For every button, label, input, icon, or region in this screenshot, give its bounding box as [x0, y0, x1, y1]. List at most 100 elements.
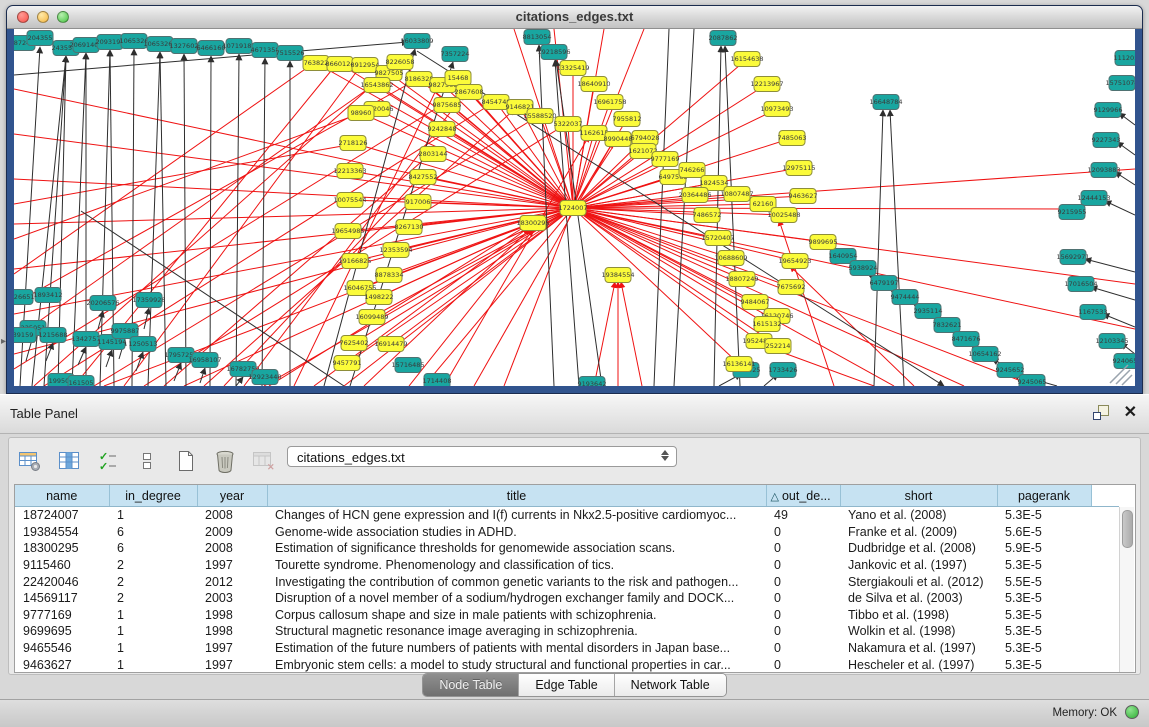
graph-node[interactable]: 10688609: [714, 251, 747, 266]
graph-node[interactable]: 9899695: [809, 235, 838, 250]
float-panel-icon[interactable]: [1092, 404, 1110, 422]
graph-node[interactable]: 252214: [765, 339, 791, 354]
select-columns-icon[interactable]: ✓ ✓: [95, 449, 121, 473]
graph-node[interactable]: 1342757: [72, 332, 101, 347]
graph-node[interactable]: 7675692: [777, 280, 806, 295]
graph-node[interactable]: 15751074: [1105, 76, 1135, 91]
graph-node[interactable]: 19384554: [601, 268, 634, 283]
graph-node[interactable]: 98960: [348, 106, 374, 121]
graph-node[interactable]: 8990448: [604, 132, 633, 147]
graph-node[interactable]: 6479197: [870, 276, 899, 291]
graph-node[interactable]: 8471676: [952, 332, 981, 347]
graph-node[interactable]: 16914479: [374, 337, 407, 352]
table-settings-icon[interactable]: [17, 449, 43, 473]
table-row[interactable]: 946362711997Embryonic stem cells: a mode…: [15, 656, 1119, 673]
graph-node[interactable]: 9242848: [428, 122, 457, 137]
graph-node[interactable]: 19218596: [537, 45, 570, 60]
graph-node[interactable]: 9777169: [651, 152, 680, 167]
graph-node[interactable]: 6466160: [197, 41, 226, 56]
graph-node[interactable]: 15720407: [701, 231, 734, 246]
graph-node[interactable]: 12213363: [333, 164, 366, 179]
table-row[interactable]: 2242004622012Investigating the contribut…: [15, 573, 1119, 590]
table-scrollbar-thumb[interactable]: [1122, 510, 1133, 548]
network-window-titlebar[interactable]: citations_edges.txt: [7, 6, 1142, 29]
graph-node[interactable]: 15588520: [523, 109, 556, 124]
graph-node[interactable]: 16961758: [593, 95, 626, 110]
graph-node[interactable]: 7486572: [693, 208, 722, 223]
graph-node[interactable]: 20364486: [678, 188, 711, 203]
graph-node[interactable]: 18807249: [725, 272, 758, 287]
graph-node[interactable]: 15692971: [1056, 250, 1089, 265]
graph-node[interactable]: 15468: [445, 71, 471, 86]
graph-node[interactable]: 16033809: [400, 34, 433, 49]
graph-node[interactable]: 9215955: [1058, 205, 1087, 220]
column-header-out-degree[interactable]: △out_de...: [766, 485, 840, 507]
graph-node[interactable]: 15716485: [391, 358, 424, 373]
table-selector-dropdown[interactable]: citations_edges.txt: [287, 446, 677, 467]
graph-node[interactable]: 7357224: [441, 47, 470, 62]
graph-node[interactable]: 16958107: [188, 353, 221, 368]
graph-node[interactable]: 20206576: [86, 296, 119, 311]
graph-node[interactable]: 1167533: [1079, 305, 1108, 320]
graph-node[interactable]: 8878334: [375, 268, 404, 283]
graph-node[interactable]: 1112054: [1114, 51, 1135, 66]
graph-node[interactable]: 9484067: [741, 295, 770, 310]
graph-node[interactable]: 9463627: [789, 189, 818, 204]
graph-node[interactable]: 7955812: [613, 112, 642, 127]
tab-network-table[interactable]: Network Table: [615, 674, 726, 696]
graph-node[interactable]: 1250513: [129, 337, 158, 352]
tab-edge-table[interactable]: Edge Table: [519, 674, 614, 696]
panel-collapse-arrow-icon[interactable]: ▸: [1, 336, 6, 347]
table-row[interactable]: 1872400712008Changes of HCN gene express…: [15, 507, 1119, 524]
graph-node[interactable]: 16099489: [355, 310, 388, 325]
graph-node[interactable]: 16136141: [722, 357, 755, 372]
delete-rows-trash-icon[interactable]: [212, 449, 238, 473]
graph-node[interactable]: 1215688: [39, 328, 68, 343]
graph-node[interactable]: 18300295: [516, 216, 549, 231]
graph-node[interactable]: 10025488: [767, 208, 800, 223]
column-header-short[interactable]: short: [840, 485, 997, 507]
graph-node[interactable]: 10973493: [760, 102, 793, 117]
graph-node[interactable]: 12353594: [379, 243, 412, 258]
graph-node[interactable]: 12923448: [248, 370, 281, 385]
graph-node[interactable]: 7485063: [778, 131, 807, 146]
table-row[interactable]: 1456911722003Disruption of a novel membe…: [15, 590, 1119, 607]
graph-node[interactable]: 1893412: [34, 288, 63, 303]
column-header-name[interactable]: name: [15, 485, 109, 507]
graph-node[interactable]: 5322037: [554, 117, 583, 132]
graph-node[interactable]: 9875685: [433, 98, 462, 113]
graph-node[interactable]: 39159: [14, 328, 36, 343]
graph-node[interactable]: 12213967: [750, 77, 783, 92]
graph-node[interactable]: 917006: [405, 195, 431, 210]
column-header-pagerank[interactable]: pagerank: [997, 485, 1091, 507]
graph-node[interactable]: 19654923: [778, 254, 811, 269]
graph-node[interactable]: 2718126: [339, 136, 368, 151]
memory-ok-indicator-icon[interactable]: [1125, 705, 1139, 719]
new-table-icon[interactable]: [173, 449, 199, 473]
graph-node[interactable]: 12093883: [1087, 163, 1120, 178]
close-panel-icon[interactable]: ✕: [1124, 404, 1137, 422]
graph-node[interactable]: 9193642: [578, 377, 607, 387]
graph-node[interactable]: 9240652: [1113, 354, 1135, 369]
graph-node[interactable]: 12103345: [1095, 334, 1128, 349]
graph-node[interactable]: 16154638: [730, 52, 763, 67]
graph-node[interactable]: 13325419: [556, 61, 589, 76]
graph-node[interactable]: 10807487: [720, 187, 753, 202]
graph-node[interactable]: 9457791: [333, 356, 362, 371]
graph-node[interactable]: 161505: [68, 376, 94, 387]
graph-node[interactable]: 8226058: [386, 55, 415, 70]
graph-node[interactable]: 2803144: [419, 147, 448, 162]
graph-node[interactable]: 9227343: [1092, 133, 1121, 148]
network-canvas[interactable]: 1872402043552435572206914062093197106532…: [14, 29, 1135, 386]
graph-node[interactable]: 7625402: [340, 336, 369, 351]
graph-node[interactable]: 204355: [27, 31, 53, 46]
graph-node[interactable]: 10654162: [968, 347, 1001, 362]
graph-node[interactable]: 1615132: [753, 317, 782, 332]
graph-node[interactable]: 8427552: [409, 170, 438, 185]
graph-node[interactable]: 2867608: [455, 85, 484, 100]
graph-node[interactable]: 17359928: [132, 293, 165, 308]
graph-node[interactable]: 1733426: [769, 363, 798, 378]
table-scrollbar[interactable]: [1119, 507, 1134, 672]
graph-node[interactable]: 9245065: [1018, 375, 1047, 387]
graph-node[interactable]: 16543862: [360, 78, 393, 93]
